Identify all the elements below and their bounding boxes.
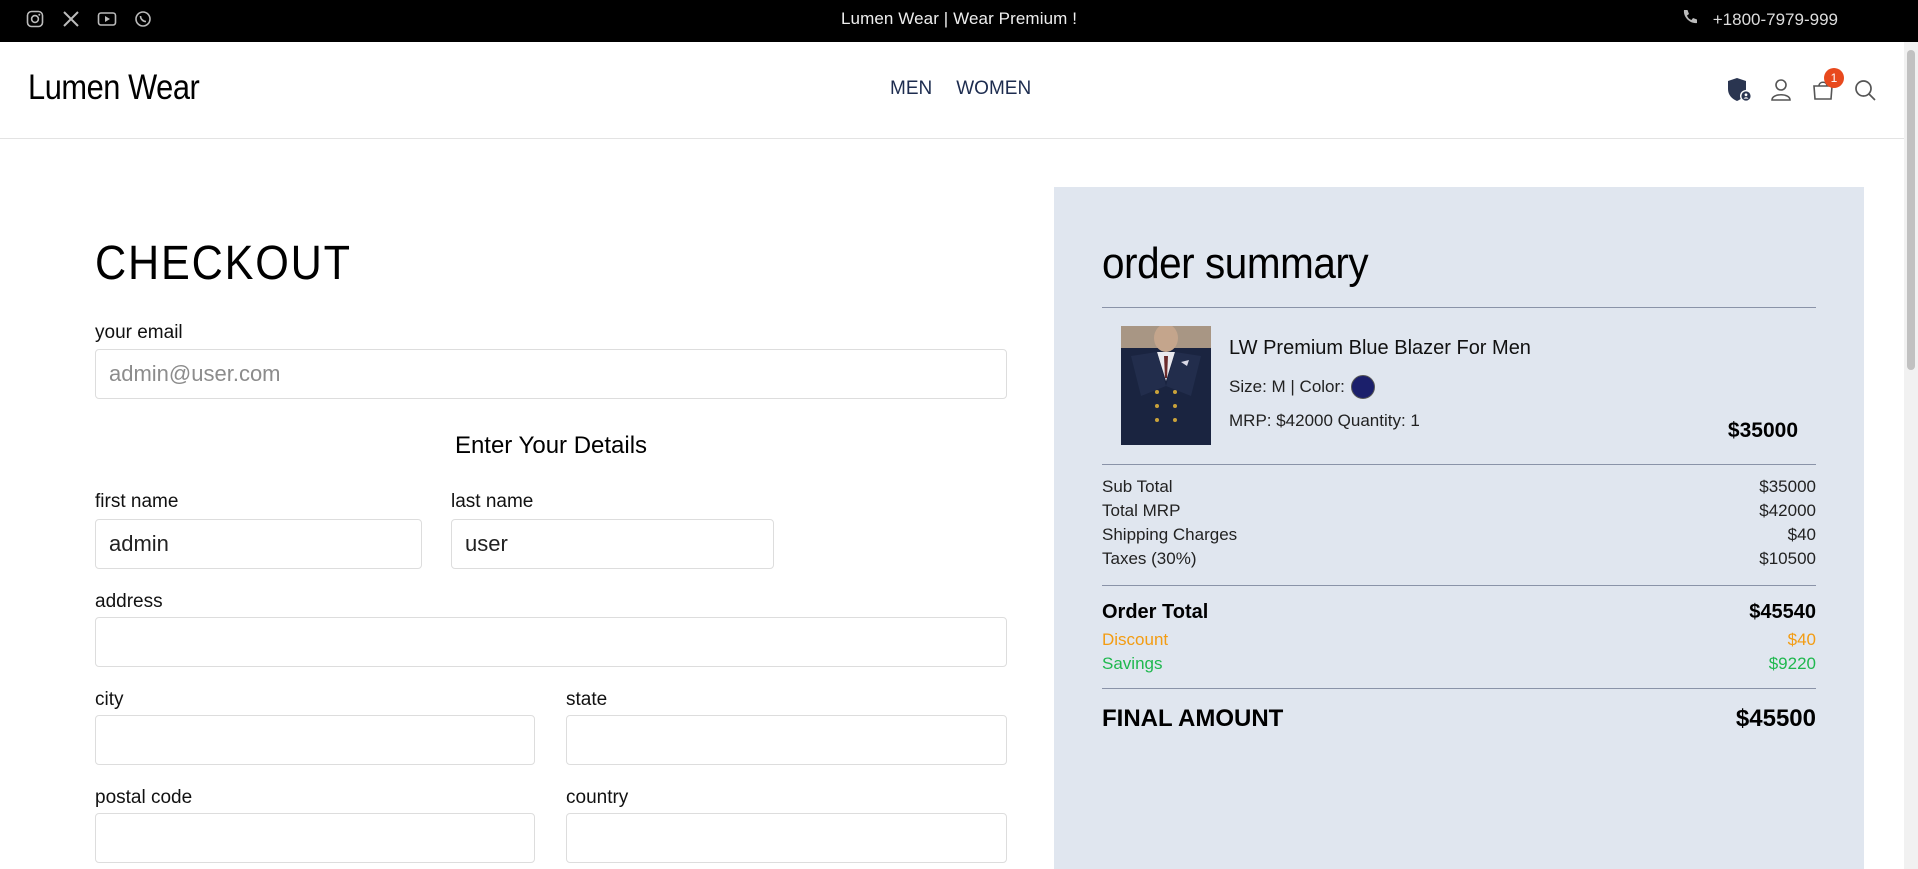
taxes-row: Taxes (30%) $10500 (1102, 549, 1816, 569)
product-price: $35000 (1727, 419, 1798, 442)
admin-shield-icon[interactable] (1726, 76, 1752, 104)
cart-icon[interactable]: 1 (1810, 68, 1844, 104)
search-icon[interactable] (1852, 76, 1878, 104)
phone-contact[interactable]: +1800-7979-999 (1681, 8, 1838, 31)
country-label: country (566, 787, 629, 808)
savings-row: Savings $9220 (1102, 654, 1816, 674)
taxes-label: Taxes (30%) (1102, 549, 1197, 568)
last-name-label: last name (451, 491, 534, 512)
email-label: your email (95, 322, 183, 343)
discount-row: Discount $40 (1102, 630, 1816, 650)
address-label: address (95, 591, 163, 612)
cart-count-badge: 1 (1824, 68, 1844, 88)
total-mrp-row: Total MRP $42000 (1102, 501, 1816, 521)
details-heading: Enter Your Details (454, 432, 648, 459)
main-nav: MEN WOMEN (890, 78, 1031, 100)
order-total-value: $45540 (1749, 601, 1816, 623)
user-icon[interactable] (1768, 76, 1794, 104)
top-bar: Lumen Wear | Wear Premium ! +1800-7979-9… (0, 0, 1918, 42)
scrollbar-thumb[interactable] (1907, 50, 1915, 370)
state-label: state (566, 689, 608, 710)
subtotal-row: Sub Total $35000 (1102, 477, 1816, 497)
final-amount-label: FINAL AMOUNT (1102, 705, 1284, 732)
discount-label: Discount (1102, 630, 1169, 649)
order-summary-panel: order summary LW Premium Blue Blazer For… (1054, 187, 1864, 869)
shipping-label: Shipping Charges (1102, 525, 1238, 544)
country-field[interactable] (566, 813, 1007, 863)
product-name[interactable]: LW Premium Blue Blazer For Men (1229, 337, 1531, 360)
promo-text: Lumen Wear | Wear Premium ! (840, 9, 1078, 28)
total-mrp-value: $42000 (1759, 501, 1816, 520)
order-total-label: Order Total (1102, 601, 1209, 623)
nav-men[interactable]: MEN (890, 78, 932, 100)
postal-code-label: postal code (95, 787, 193, 808)
summary-divider (1102, 307, 1816, 308)
subtotal-label: Sub Total (1102, 477, 1173, 496)
discount-value: $40 (1787, 630, 1816, 649)
order-summary-title: order summary (1102, 239, 1369, 288)
page-scrollbar[interactable] (1904, 42, 1918, 869)
final-amount-value: $45500 (1735, 705, 1816, 732)
city-label: city (95, 689, 124, 710)
site-header: Lumen Wear MEN WOMEN 1 (0, 42, 1918, 139)
product-image[interactable] (1121, 326, 1211, 445)
summary-divider (1102, 585, 1816, 586)
taxes-value: $10500 (1759, 549, 1816, 568)
brand-logo[interactable]: Lumen Wear (28, 68, 200, 108)
subtotal-value: $35000 (1759, 477, 1816, 496)
checkout-title: CHECKOUT (95, 237, 352, 290)
total-mrp-label: Total MRP (1102, 501, 1181, 520)
city-field[interactable] (95, 715, 535, 765)
shipping-row: Shipping Charges $40 (1102, 525, 1816, 545)
nav-women[interactable]: WOMEN (956, 78, 1031, 100)
product-size-color-text: Size: M | Color: (1229, 377, 1345, 396)
first-name-label: first name (95, 491, 179, 512)
product-size-color: Size: M | Color: (1229, 375, 1375, 399)
summary-divider (1102, 688, 1816, 689)
state-field[interactable] (566, 715, 1007, 765)
phone-icon (1681, 8, 1699, 31)
last-name-field[interactable]: user (451, 519, 774, 569)
final-amount-row: FINAL AMOUNT $45500 (1102, 705, 1816, 733)
summary-divider (1102, 464, 1816, 465)
savings-label: Savings (1102, 654, 1163, 673)
header-actions: 1 (1726, 68, 1878, 104)
phone-number: +1800-7979-999 (1712, 9, 1838, 29)
product-mrp-quantity: MRP: $42000 Quantity: 1 (1229, 411, 1420, 430)
address-field[interactable] (95, 617, 1007, 667)
savings-value: $9220 (1768, 654, 1816, 673)
shipping-value: $40 (1787, 525, 1816, 544)
color-swatch (1350, 375, 1375, 399)
email-field[interactable]: admin@user.com (95, 349, 1007, 399)
postal-code-field[interactable] (95, 813, 535, 863)
order-total-row: Order Total $45540 (1102, 601, 1816, 624)
first-name-field[interactable]: admin (95, 519, 422, 569)
